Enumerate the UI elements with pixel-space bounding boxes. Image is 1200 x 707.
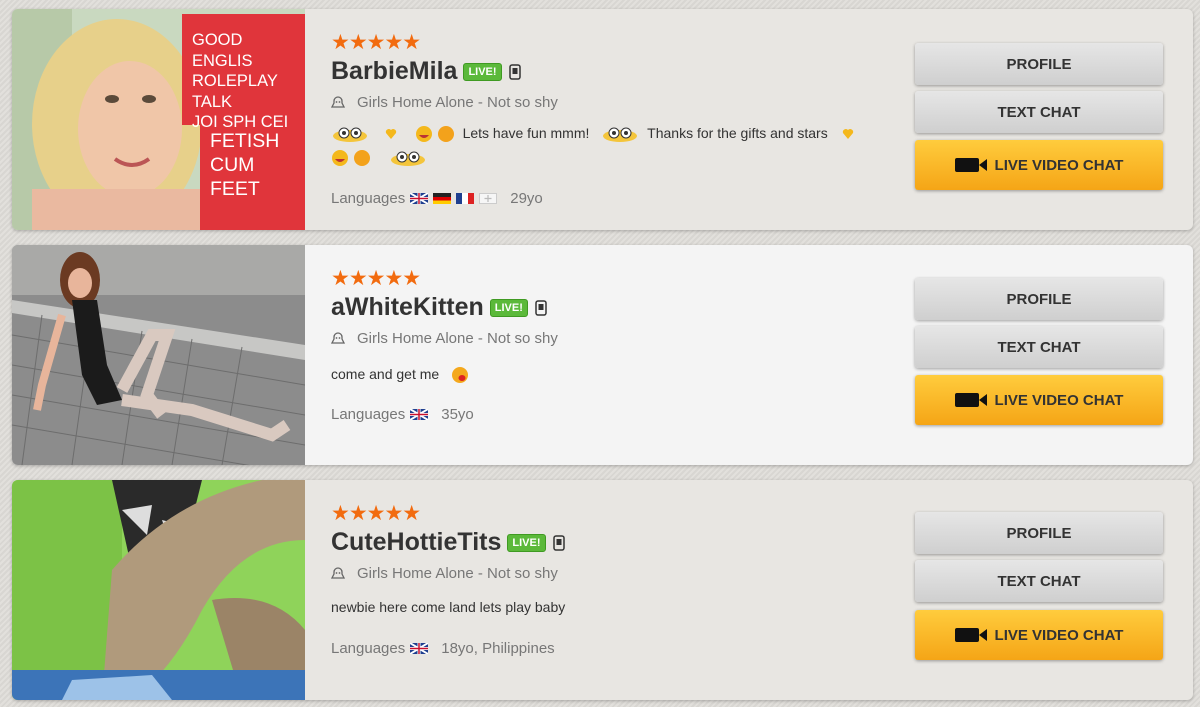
bio-text: Thanks for the gifts and stars <box>647 125 828 141</box>
text-chat-button[interactable]: TEXT CHAT <box>915 560 1163 602</box>
live-video-chat-label: LIVE VIDEO CHAT <box>994 391 1124 409</box>
model-info: ★★★★★ BarbieMila LIVE! Girls Home Alone … <box>331 9 911 230</box>
category-icon <box>331 331 345 344</box>
thumbnail-overlay-text: GOOD ENGLIS ROLEPLAY TALK JOI SPH CEI <box>192 30 305 133</box>
model-name[interactable]: BarbieMila <box>331 57 457 86</box>
model-card: ★★★★★ aWhiteKitten LIVE! Girls Home Alon… <box>12 245 1193 465</box>
text-chat-button[interactable]: TEXT CHAT <box>915 326 1163 368</box>
category-icon <box>331 566 345 579</box>
thumbnail-text-line: FETISH <box>210 130 280 152</box>
live-video-chat-label: LIVE VIDEO CHAT <box>994 626 1124 644</box>
thumbnail-text-line: ROLEPLAY <box>192 72 278 90</box>
languages-row: Languages 35yo <box>331 406 474 423</box>
smile-emoji-icon <box>437 126 454 143</box>
age-label: 29yo <box>510 190 543 207</box>
fr-flag-icon <box>456 193 475 204</box>
model-card: GOOD ENGLIS ROLEPLAY TALK JOI SPH CEI FE… <box>12 9 1193 230</box>
profile-button[interactable]: PROFILE <box>915 278 1163 320</box>
name-row: aWhiteKitten LIVE! <box>331 293 548 322</box>
live-video-chat-button[interactable]: LIVE VIDEO CHAT <box>915 610 1163 660</box>
live-badge: LIVE! <box>489 298 528 317</box>
heart-emoji-icon <box>385 129 397 140</box>
rating-stars: ★★★★★ <box>331 502 421 525</box>
bio-text: Lets have fun mmm! <box>462 125 590 141</box>
de-flag-icon <box>433 193 452 204</box>
model-bio: come and get me <box>331 362 891 386</box>
model-name[interactable]: aWhiteKitten <box>331 293 484 322</box>
languages-label: Languages <box>331 640 406 657</box>
mobile-icon <box>535 299 547 316</box>
model-thumbnail[interactable] <box>12 480 305 700</box>
category-row: Girls Home Alone - Not so shy <box>331 330 558 347</box>
thumbnail-text-line: TALK <box>192 92 233 111</box>
thumbnail-text-line: FEET <box>210 178 260 200</box>
model-info: ★★★★★ CuteHottieTits LIVE! Girls Home Al… <box>331 480 911 700</box>
uk-flag-icon <box>410 193 429 204</box>
category-label: Girls Home Alone - Not so shy <box>357 330 558 347</box>
live-video-chat-label: LIVE VIDEO CHAT <box>994 156 1124 174</box>
category-row: Girls Home Alone - Not so shy <box>331 565 558 582</box>
thumbnail-text-line: CUM <box>210 154 255 176</box>
languages-row: Languages 29yo <box>331 190 543 207</box>
goggle-emoji-icon <box>333 127 367 143</box>
rating-stars: ★★★★★ <box>331 31 421 54</box>
profile-button[interactable]: PROFILE <box>915 43 1163 85</box>
name-row: CuteHottieTits LIVE! <box>331 528 566 557</box>
category-label: Girls Home Alone - Not so shy <box>357 565 558 582</box>
bio-text: newbie here come land lets play baby <box>331 599 566 615</box>
smile-emoji-icon <box>353 150 370 167</box>
video-camera-icon <box>954 158 987 172</box>
uk-flag-icon <box>410 643 429 654</box>
mobile-icon <box>552 534 565 551</box>
model-card: ★★★★★ CuteHottieTits LIVE! Girls Home Al… <box>12 480 1193 700</box>
other-flag-icon <box>479 193 498 204</box>
laugh-emoji-icon <box>415 126 432 143</box>
languages-row: Languages 18yo, Philippines <box>331 640 555 657</box>
languages-label: Languages <box>331 190 406 207</box>
goggle-emoji-icon <box>390 151 425 167</box>
uk-flag-icon <box>410 409 429 420</box>
heart-emoji-icon <box>842 129 853 140</box>
video-camera-icon <box>954 393 987 407</box>
live-video-chat-button[interactable]: LIVE VIDEO CHAT <box>915 375 1163 425</box>
tongue-emoji-icon <box>452 367 469 384</box>
model-thumbnail[interactable] <box>12 245 305 465</box>
live-badge: LIVE! <box>463 62 502 81</box>
model-bio: newbie here come land lets play baby <box>331 595 891 619</box>
languages-label: Languages <box>331 406 406 423</box>
model-info: ★★★★★ aWhiteKitten LIVE! Girls Home Alon… <box>331 245 911 465</box>
name-row: BarbieMila LIVE! <box>331 57 522 86</box>
bio-text: come and get me <box>331 366 440 382</box>
thumbnail-text-line: GOOD ENGLIS <box>192 31 253 70</box>
thumbnail-overlay-text: FETISH CUM FEET <box>210 129 279 201</box>
model-bio: Lets have fun mmm! Thanks for the gifts … <box>331 121 891 169</box>
age-label: 18yo, Philippines <box>441 640 555 657</box>
mobile-icon <box>508 63 521 80</box>
goggle-emoji-icon <box>603 127 638 143</box>
model-name[interactable]: CuteHottieTits <box>331 528 501 557</box>
profile-button[interactable]: PROFILE <box>915 512 1163 554</box>
model-thumbnail[interactable]: GOOD ENGLIS ROLEPLAY TALK JOI SPH CEI FE… <box>12 9 305 230</box>
laugh-emoji-icon <box>332 150 348 167</box>
live-badge: LIVE! <box>507 533 546 552</box>
category-label: Girls Home Alone - Not so shy <box>357 94 558 111</box>
text-chat-button[interactable]: TEXT CHAT <box>915 91 1163 133</box>
category-row: Girls Home Alone - Not so shy <box>331 94 558 111</box>
video-camera-icon <box>954 628 987 642</box>
live-video-chat-button[interactable]: LIVE VIDEO CHAT <box>915 140 1163 190</box>
rating-stars: ★★★★★ <box>331 267 421 290</box>
age-label: 35yo <box>441 406 474 423</box>
category-icon <box>331 95 345 108</box>
